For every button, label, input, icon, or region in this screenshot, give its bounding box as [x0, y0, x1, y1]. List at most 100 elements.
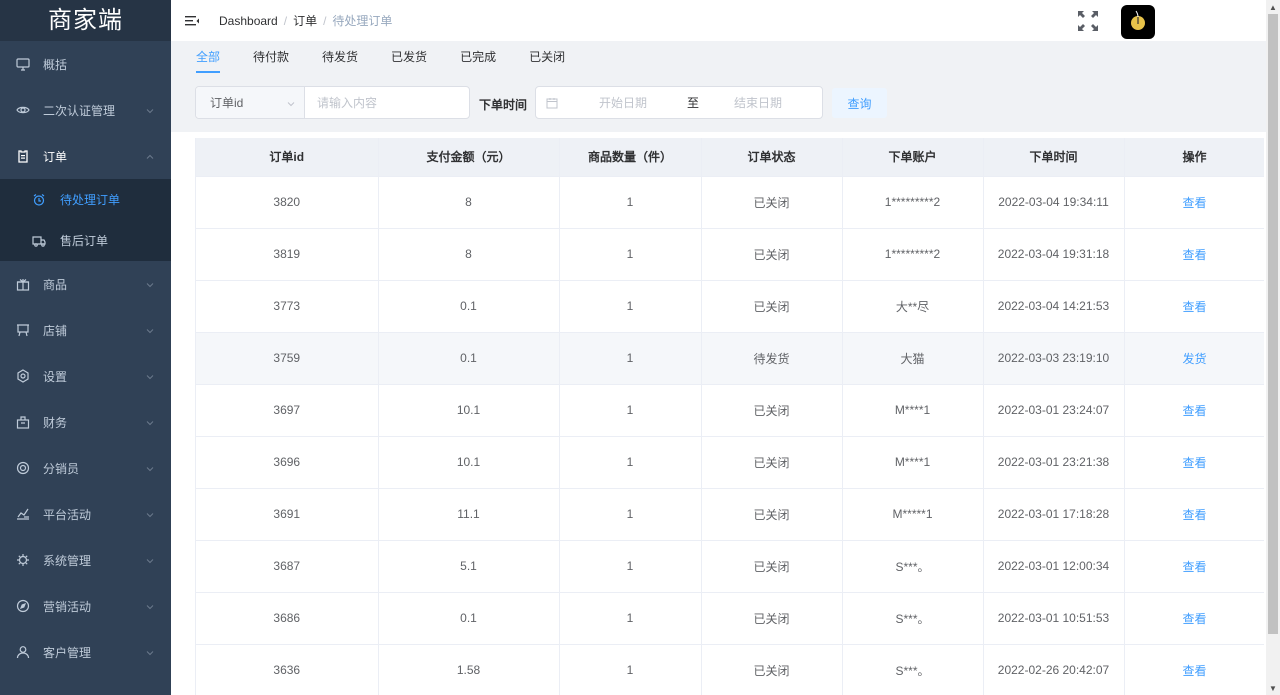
cell-account: S***。: [842, 644, 984, 695]
chevron-down-icon: [145, 279, 155, 289]
search-field-select[interactable]: 订单id: [196, 87, 305, 118]
sidebar-item-label: 客户管理: [43, 645, 92, 660]
sidebar-item-distributors[interactable]: 分销员: [0, 445, 171, 491]
calendar-icon: [546, 97, 558, 109]
fullscreen-icon[interactable]: [1077, 10, 1099, 32]
view-link[interactable]: 查看: [1182, 456, 1206, 470]
sidebar-item-shop[interactable]: 店铺: [0, 307, 171, 353]
sidebar-item-label: 商品: [43, 277, 68, 292]
cell-status: 已关闭: [701, 592, 843, 645]
sidebar-item-2fa[interactable]: 二次认证管理: [0, 87, 171, 133]
column-header-status: 订单状态: [701, 138, 843, 177]
date-range-separator: 至: [686, 96, 699, 110]
chevron-down-icon: [145, 417, 155, 427]
breadcrumb: Dashboard / 订单 / 待处理订单: [219, 12, 392, 29]
view-link[interactable]: 查看: [1182, 404, 1206, 418]
cell-status: 待发货: [701, 332, 843, 385]
cell-amount: 10.1: [378, 384, 560, 437]
sidebar-item-label: 营销活动: [43, 599, 92, 614]
cell-status: 已关闭: [701, 436, 843, 489]
scroll-down-arrow-icon[interactable]: ▼: [1266, 681, 1280, 695]
scrollbar-thumb[interactable]: [1268, 14, 1278, 634]
search-input[interactable]: 请输入内容: [305, 87, 469, 118]
sidebar-item-platform-activity[interactable]: 平台活动: [0, 491, 171, 537]
tab-all[interactable]: 全部: [196, 41, 221, 74]
sidebar-item-overview[interactable]: 概括: [0, 41, 171, 87]
tab-closed[interactable]: 已关闭: [529, 41, 565, 74]
column-header-amount: 支付金额（元）: [378, 138, 560, 177]
cell-action: 查看: [1124, 384, 1264, 437]
chevron-down-icon: [145, 371, 155, 381]
scroll-up-arrow-icon[interactable]: ▲: [1266, 0, 1280, 14]
cell-action: 查看: [1124, 436, 1264, 489]
cell-account: M****1: [842, 436, 984, 489]
truck-icon: [32, 234, 46, 248]
cell-time: 2022-03-04 19:34:11: [983, 176, 1125, 229]
cell-amount: 0.1: [378, 280, 560, 333]
sidebar-item-products[interactable]: 商品: [0, 261, 171, 307]
view-link[interactable]: 查看: [1182, 664, 1206, 678]
cell-time: 2022-03-01 12:00:34: [983, 540, 1125, 593]
view-link[interactable]: 查看: [1182, 508, 1206, 522]
user-icon: [16, 645, 30, 659]
ship-link[interactable]: 发货: [1182, 352, 1206, 366]
tab-completed[interactable]: 已完成: [460, 41, 496, 74]
query-button[interactable]: 查询: [832, 88, 887, 118]
sidebar-item-orders[interactable]: 订单: [0, 133, 171, 179]
cell-status: 已关闭: [701, 644, 843, 695]
avatar[interactable]: [1121, 5, 1155, 39]
tab-pending-payment[interactable]: 待付款: [253, 41, 289, 74]
orders-table: 订单id 支付金额（元） 商品数量（件） 订单状态 下单账户 下单时间 操作 3…: [195, 138, 1264, 695]
sidebar-item-marketing[interactable]: 营销活动: [0, 583, 171, 629]
view-link[interactable]: 查看: [1182, 248, 1206, 262]
table-row: 3773 0.1 1 已关闭 大**尽 2022-03-04 14:21:53 …: [196, 280, 1264, 333]
start-date-input[interactable]: 开始日期: [568, 94, 678, 111]
chevron-down-icon: [145, 647, 155, 657]
breadcrumb-item-orders[interactable]: 订单: [293, 12, 317, 29]
breadcrumb-item-dashboard[interactable]: Dashboard: [219, 14, 278, 28]
sidebar-item-system[interactable]: 系统管理: [0, 537, 171, 583]
date-range-picker[interactable]: 开始日期 至 结束日期: [535, 86, 823, 119]
sidebar-subitem-label: 售后订单: [60, 234, 109, 248]
cell-order-id: 3759: [196, 332, 379, 385]
view-link[interactable]: 查看: [1182, 560, 1206, 574]
cell-status: 已关闭: [701, 280, 843, 333]
view-link[interactable]: 查看: [1182, 300, 1206, 314]
sidebar-item-label: 概括: [43, 57, 68, 72]
table-row: 3691 11.1 1 已关闭 M*****1 2022-03-01 17:18…: [196, 488, 1264, 541]
cell-action: 查看: [1124, 644, 1264, 695]
sidebar-item-settings[interactable]: 设置: [0, 353, 171, 399]
cell-account: 1*********2: [842, 228, 984, 281]
alarm-icon: [32, 193, 46, 207]
sidebar-item-label: 二次认证管理: [43, 103, 116, 118]
view-link[interactable]: 查看: [1182, 196, 1206, 210]
sidebar-item-customers[interactable]: 客户管理: [0, 629, 171, 675]
cell-time: 2022-02-26 20:42:07: [983, 644, 1125, 695]
cell-order-id: 3636: [196, 644, 379, 695]
tab-shipped[interactable]: 已发货: [391, 41, 427, 74]
cell-account: 大**尽: [842, 280, 984, 333]
sidebar-subitem-aftersale-orders[interactable]: 售后订单: [0, 220, 171, 261]
sidebar-item-finance[interactable]: 财务: [0, 399, 171, 445]
table-row: 3819 8 1 已关闭 1*********2 2022-03-04 19:3…: [196, 228, 1264, 281]
cell-action: 查看: [1124, 176, 1264, 229]
cell-quantity: 1: [559, 436, 702, 489]
cell-quantity: 1: [559, 644, 702, 695]
top-navbar: Dashboard / 订单 / 待处理订单: [171, 0, 1266, 41]
view-link[interactable]: 查看: [1182, 612, 1206, 626]
orders-submenu: 待处理订单 售后订单: [0, 179, 171, 261]
sidebar-subitem-label: 待处理订单: [60, 193, 121, 207]
table-row: 3687 5.1 1 已关闭 S***。 2022-03-01 12:00:34…: [196, 540, 1264, 593]
settings-icon: [16, 369, 30, 383]
chevron-down-icon: [145, 509, 155, 519]
cell-action: 查看: [1124, 488, 1264, 541]
sidebar-subitem-pending-orders[interactable]: 待处理订单: [0, 179, 171, 220]
page-scrollbar[interactable]: ▲ ▼: [1266, 0, 1280, 695]
gift-icon: [16, 277, 30, 291]
column-header-action: 操作: [1124, 138, 1264, 177]
cell-action: 查看: [1124, 228, 1264, 281]
tab-pending-shipment[interactable]: 待发货: [322, 41, 358, 74]
end-date-input[interactable]: 结束日期: [708, 94, 808, 111]
monitor-icon: [16, 57, 30, 71]
hamburger-icon[interactable]: [185, 14, 199, 28]
